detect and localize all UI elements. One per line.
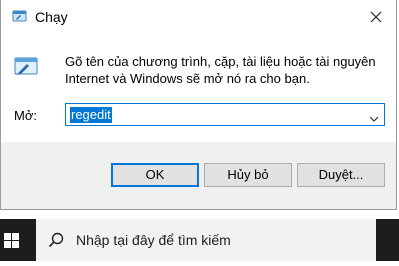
open-combobox[interactable]: regedit	[65, 103, 385, 126]
browse-button[interactable]: Duyệt...	[297, 163, 385, 187]
close-icon[interactable]	[362, 4, 390, 30]
taskbar: Nhập tại đây để tìm kiếm	[0, 219, 399, 261]
run-dialog: Chạy Gõ tên của chương trình, cặp, tài l…	[0, 0, 397, 210]
search-placeholder: Nhập tại đây để tìm kiếm	[76, 232, 231, 248]
run-icon	[14, 56, 40, 78]
chevron-down-icon[interactable]	[369, 110, 379, 122]
dialog-footer: OK Hủy bỏ Duyệt...	[1, 142, 396, 209]
taskbar-search-box[interactable]: Nhập tại đây để tìm kiếm	[36, 219, 376, 261]
open-input[interactable]: regedit	[70, 107, 112, 123]
open-label: Mở:	[14, 108, 37, 123]
run-app-icon	[12, 9, 28, 23]
title-bar[interactable]: Chạy	[1, 0, 396, 34]
dialog-description: Gõ tên của chương trình, cặp, tài liệu h…	[65, 54, 376, 86]
cancel-button[interactable]: Hủy bỏ	[204, 163, 292, 187]
ok-button[interactable]: OK	[111, 163, 199, 187]
windows-start-icon[interactable]	[0, 219, 34, 261]
search-icon	[48, 232, 64, 248]
window-title: Chạy	[35, 9, 68, 25]
